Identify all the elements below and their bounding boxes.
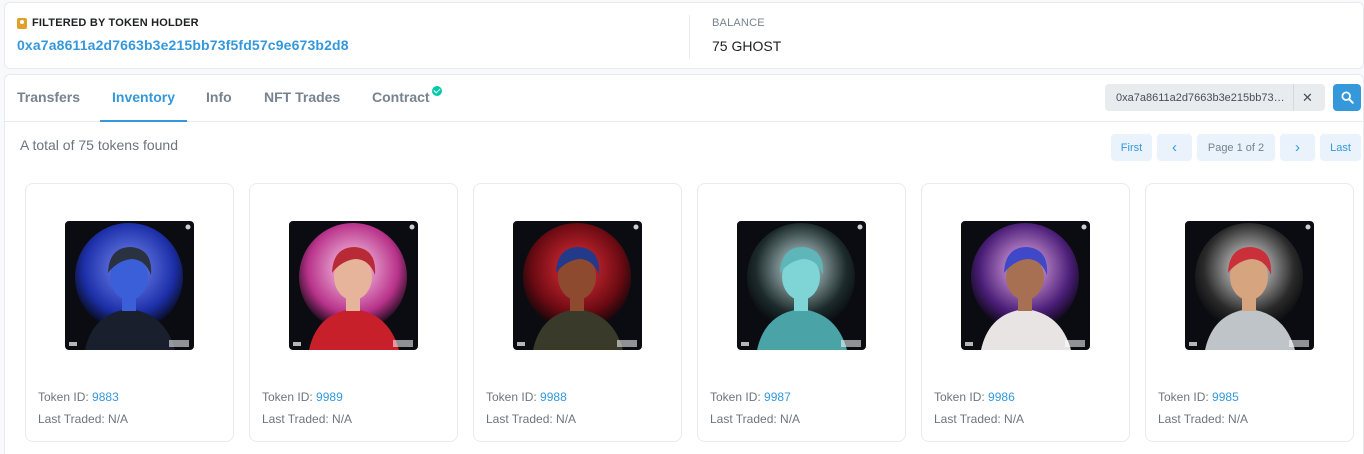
token-id-link[interactable]: 9883 (92, 390, 119, 404)
token-id-link[interactable]: 9989 (316, 390, 343, 404)
token-card[interactable]: Token ID: 9988 Last Traded: N/A (473, 183, 682, 442)
token-id-row: Token ID: 9985 (1158, 390, 1239, 404)
token-last-traded: Last Traded: N/A (486, 412, 577, 426)
token-card[interactable]: Token ID: 9883 Last Traded: N/A (25, 183, 234, 442)
header-divider (689, 15, 690, 59)
token-id-label: Token ID: (1158, 390, 1209, 404)
token-id-label: Token ID: (934, 390, 985, 404)
token-card[interactable]: Token ID: 9987 Last Traded: N/A (697, 183, 906, 442)
token-last-traded: Last Traded: N/A (710, 412, 801, 426)
token-image[interactable] (65, 221, 194, 350)
next-page-button[interactable]: › (1280, 134, 1315, 161)
tab-bar: Transfers Inventory Info NFT Trades Cont… (5, 75, 1363, 122)
search-icon (1341, 91, 1354, 104)
token-id-label: Token ID: (38, 390, 89, 404)
token-card[interactable]: Token ID: 9985 Last Traded: N/A (1145, 183, 1354, 442)
token-id-label: Token ID: (486, 390, 537, 404)
tab-info[interactable]: Info (194, 75, 244, 122)
token-id-row: Token ID: 9989 (262, 390, 343, 404)
page-indicator: Page 1 of 2 (1197, 134, 1275, 161)
tab-nft-trades[interactable]: NFT Trades (252, 75, 352, 122)
prev-page-button[interactable]: ‹ (1157, 134, 1192, 161)
total-tokens-text: A total of 75 tokens found (20, 137, 179, 153)
user-badge-icon (17, 17, 27, 29)
token-id-row: Token ID: 9988 (486, 390, 567, 404)
token-id-link[interactable]: 9985 (1212, 390, 1239, 404)
first-page-button[interactable]: First (1111, 134, 1152, 161)
tab-contract[interactable]: Contract (360, 75, 454, 122)
token-last-traded: Last Traded: N/A (38, 412, 129, 426)
token-id-row: Token ID: 9986 (934, 390, 1015, 404)
holder-address-link[interactable]: 0xa7a8611a2d7663b3e215bb73f5fd57c9e673b2… (17, 37, 349, 53)
balance-section: BALANCE 75 GHOST (712, 17, 781, 54)
token-last-traded: Last Traded: N/A (1158, 412, 1249, 426)
token-search-box: ✕ (1105, 84, 1325, 111)
token-id-row: Token ID: 9883 (38, 390, 119, 404)
verified-check-icon (431, 86, 442, 96)
token-id-label: Token ID: (262, 390, 313, 404)
search-button[interactable] (1333, 84, 1361, 111)
balance-value: 75 GHOST (712, 38, 782, 54)
holder-filter: FILTERED BY TOKEN HOLDER 0xa7a8611a2d766… (17, 17, 349, 53)
token-image[interactable] (513, 221, 642, 350)
token-image[interactable] (289, 221, 418, 350)
token-search-input[interactable] (1105, 84, 1293, 111)
token-last-traded: Last Traded: N/A (934, 412, 1025, 426)
token-id-label: Token ID: (710, 390, 761, 404)
holder-filter-label-row: FILTERED BY TOKEN HOLDER (17, 17, 349, 29)
inventory-card: Transfers Inventory Info NFT Trades Cont… (4, 74, 1364, 454)
tab-transfers[interactable]: Transfers (5, 75, 92, 122)
token-card[interactable]: Token ID: 9989 Last Traded: N/A (249, 183, 458, 442)
token-last-traded: Last Traded: N/A (262, 412, 353, 426)
token-id-link[interactable]: 9986 (988, 390, 1015, 404)
token-holder-card: FILTERED BY TOKEN HOLDER 0xa7a8611a2d766… (4, 2, 1364, 69)
token-image[interactable] (737, 221, 866, 350)
token-id-link[interactable]: 9988 (540, 390, 567, 404)
token-id-link[interactable]: 9987 (764, 390, 791, 404)
balance-label: BALANCE (712, 17, 765, 29)
token-id-row: Token ID: 9987 (710, 390, 791, 404)
tab-inventory[interactable]: Inventory (100, 75, 188, 122)
token-image[interactable] (961, 221, 1090, 350)
token-card[interactable]: Token ID: 9986 Last Traded: N/A (921, 183, 1130, 442)
clear-search-button[interactable]: ✕ (1293, 84, 1321, 111)
last-page-button[interactable]: Last (1320, 134, 1361, 161)
tab-contract-label: Contract (372, 89, 430, 105)
holder-filter-label: FILTERED BY TOKEN HOLDER (32, 17, 199, 29)
token-image[interactable] (1185, 221, 1314, 350)
